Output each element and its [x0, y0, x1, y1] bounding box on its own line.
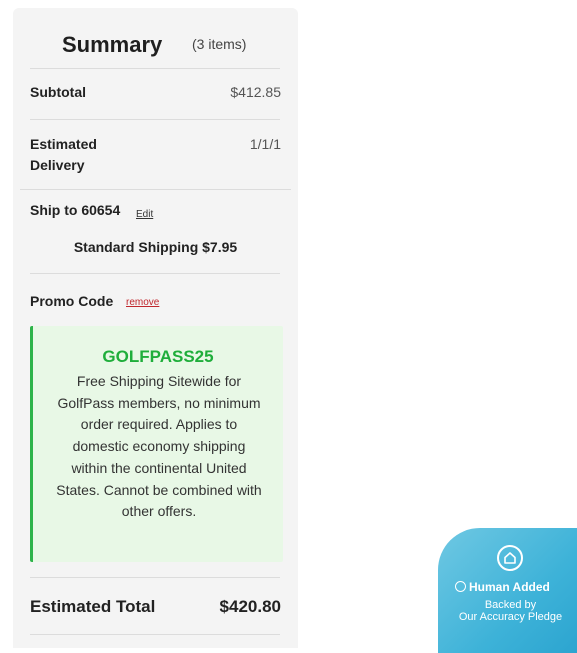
accuracy-pledge-text: Backed by Our Accuracy Pledge [438, 599, 577, 623]
estimated-delivery-label: Estimated Delivery [30, 134, 97, 176]
divider [30, 68, 280, 69]
order-summary-panel: Summary (3 items) Subtotal $412.85 Estim… [13, 8, 298, 648]
delivery-label-line2: Delivery [30, 157, 85, 173]
subtotal-label: Subtotal [30, 84, 86, 100]
divider [30, 119, 280, 120]
summary-title: Summary [62, 32, 163, 57]
estimated-total-value: $420.80 [219, 597, 281, 616]
check-circle-icon [455, 581, 466, 592]
edit-shipping-link[interactable]: Edit [136, 209, 153, 220]
divider [20, 189, 291, 190]
backed-by-text: Backed by [484, 599, 537, 611]
summary-header: Summary (3 items) [13, 8, 298, 70]
delivery-label-line1: Estimated [30, 136, 97, 152]
estimated-total-label: Estimated Total [30, 597, 156, 616]
subtotal-value: $412.85 [230, 84, 281, 100]
divider [30, 577, 280, 578]
human-added-text: Human Added [469, 580, 550, 594]
shipping-method: Standard Shipping $7.95 [73, 239, 238, 255]
pledge-text: Our Accuracy Pledge [458, 611, 563, 623]
item-count: (3 items) [192, 36, 247, 52]
home-icon [497, 545, 523, 571]
ship-to-label: Ship to 60654 [30, 202, 121, 218]
estimated-delivery-value: 1/1/1 [249, 136, 281, 152]
accuracy-pledge-badge[interactable]: Human Added Backed by Our Accuracy Pledg… [438, 528, 577, 653]
promo-code-box: GOLFPASS25 Free Shipping Sitewide for Go… [30, 326, 283, 562]
divider [30, 634, 280, 635]
promo-description: Free Shipping Sitewide for GolfPass memb… [56, 373, 262, 520]
divider [30, 273, 280, 274]
promo-code-value: GOLFPASS25 [102, 347, 214, 366]
promo-code-label: Promo Code [30, 293, 114, 309]
human-added-label: Human Added [455, 580, 550, 594]
remove-promo-link[interactable]: remove [126, 297, 159, 308]
